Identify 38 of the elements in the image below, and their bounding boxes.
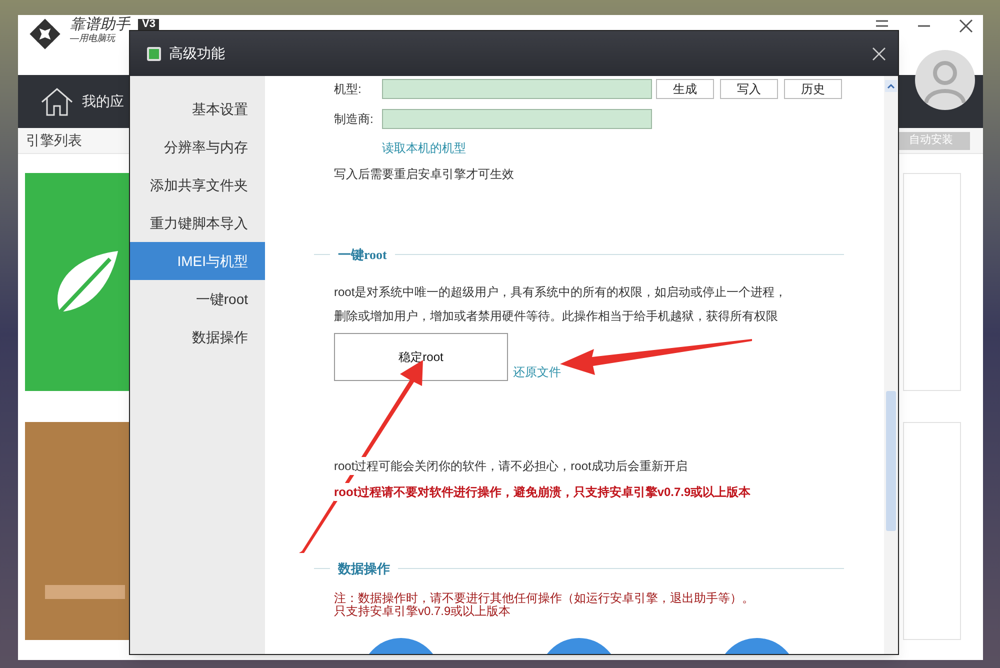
data-note: 只支持安卓引擎v0.7.9或以上版本: [334, 605, 512, 618]
root-description: root是对系统中唯一的超级用户，具有系统中的所有的权限，如启动或停止一个进程，: [334, 284, 788, 300]
scrollbar-thumb[interactable]: [886, 391, 896, 531]
imei-action-button[interactable]: 生成: [656, 79, 714, 99]
imei-action-button[interactable]: 写入: [720, 79, 778, 99]
imei-action-button[interactable]: 历史: [784, 79, 842, 99]
model-field[interactable]: [382, 79, 652, 99]
version-badge: V3: [138, 19, 160, 30]
app-slogan: —用电脑玩: [70, 34, 116, 43]
close-icon[interactable]: [959, 19, 973, 33]
app-icon: [147, 46, 161, 60]
caret-icon: [887, 83, 895, 89]
data-note: 注：数据操作时，请不要进行其他任何操作（如运行安卓引擎，退出助手等）。: [334, 592, 755, 605]
root-info: root过程可能会关闭你的软件，请不必担心，root成功后会重新开启: [334, 456, 688, 474]
dialog-title: 高级功能: [169, 44, 225, 63]
stable-root-button[interactable]: 稳定root: [334, 332, 508, 380]
sidebar-item[interactable]: IMEI与机型: [130, 242, 265, 280]
section-heading: 数据操作: [338, 560, 390, 578]
engine-list-label: 引擎列表: [26, 131, 82, 150]
field-label: 机型:: [334, 81, 362, 98]
root-warning: root过程请不要对软件进行操作，避免崩溃，只支持安卓引擎v0.7.9或以上版本: [334, 482, 751, 500]
home-icon[interactable]: [40, 86, 74, 116]
maker-field[interactable]: [382, 109, 652, 129]
sidebar-item[interactable]: 数据操作: [130, 318, 265, 356]
sidebar-item[interactable]: 基本设置: [130, 90, 265, 128]
nav-label[interactable]: 我的应: [82, 91, 124, 112]
imei-note: 写入后需要重启安卓引擎才可生效: [334, 166, 515, 183]
read-model-link[interactable]: 读取本机的机型: [382, 139, 884, 157]
sidebar-item[interactable]: 分辨率与内存: [130, 128, 265, 166]
field-label: 制造商:: [334, 111, 374, 128]
sidebar-item[interactable]: 添加共享文件夹: [130, 166, 265, 204]
sidebar-item[interactable]: 重力键脚本导入: [130, 204, 265, 242]
app-title: 靠谱助手: [70, 17, 130, 32]
section-heading: 一键root: [338, 246, 387, 264]
sidebar-item[interactable]: 一键root: [130, 280, 265, 318]
logo-icon: [28, 17, 62, 51]
root-description: 删除或增加用户，增加或者禁用硬件等待。此操作相当于给手机越狱，获得所有权限: [334, 308, 779, 324]
restore-files-link[interactable]: 还原文件: [513, 362, 561, 380]
